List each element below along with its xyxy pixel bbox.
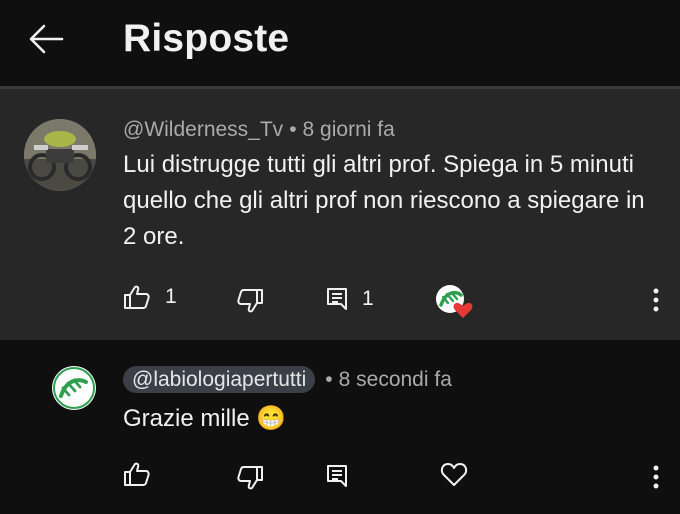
reply-author-handle[interactable]: @labiologiapertutti	[123, 366, 316, 393]
creator-heart-badge	[434, 283, 474, 319]
thumb-down-icon	[236, 288, 264, 314]
like-button[interactable]: 1	[123, 284, 177, 310]
reply-meta: @labiologiapertutti • 8 secondi fa	[123, 366, 452, 393]
reply-comment-icon	[326, 287, 348, 311]
comment-meta: @Wilderness_Tv • 8 giorni fa	[123, 118, 395, 141]
channel-avatar[interactable]	[52, 366, 96, 410]
comment-time: 8 giorni fa	[302, 118, 395, 141]
reply-text: Grazie mille 😁	[123, 405, 287, 432]
heart-button[interactable]	[440, 461, 468, 487]
reply-reply-button[interactable]	[326, 464, 348, 488]
back-arrow-icon[interactable]	[26, 22, 66, 56]
thumb-up-icon	[123, 284, 151, 310]
dislike-button[interactable]	[236, 288, 264, 314]
heart-icon	[440, 461, 468, 487]
reply-time: 8 secondi fa	[338, 368, 452, 391]
reply-count: 1	[362, 287, 374, 310]
comment-author[interactable]: @Wilderness_Tv	[123, 118, 283, 141]
page-title: Risposte	[123, 17, 290, 60]
like-count: 1	[165, 285, 177, 308]
app-header: Risposte	[0, 0, 680, 86]
more-vert-icon	[646, 288, 666, 319]
comment-text: Lui distrugge tutti gli altri prof. Spie…	[123, 151, 645, 250]
user-avatar[interactable]	[24, 119, 96, 191]
reply-like-button[interactable]	[123, 461, 151, 487]
parent-comment: @Wilderness_Tv • 8 giorni fa Lui distrugge…	[0, 89, 680, 340]
reply-dislike-button[interactable]	[236, 465, 264, 491]
more-vert-icon	[646, 465, 666, 496]
thumb-up-icon	[123, 461, 151, 487]
more-options-button[interactable]	[646, 285, 666, 315]
reply-button[interactable]: 1	[326, 287, 374, 311]
reply-comment-icon	[326, 464, 348, 488]
creator-hearted-icon	[434, 283, 474, 319]
reply-more-options-button[interactable]	[646, 462, 666, 492]
reply-comment: @labiologiapertutti • 8 secondi fa Grazie …	[0, 340, 680, 514]
thumb-down-icon	[236, 465, 264, 491]
